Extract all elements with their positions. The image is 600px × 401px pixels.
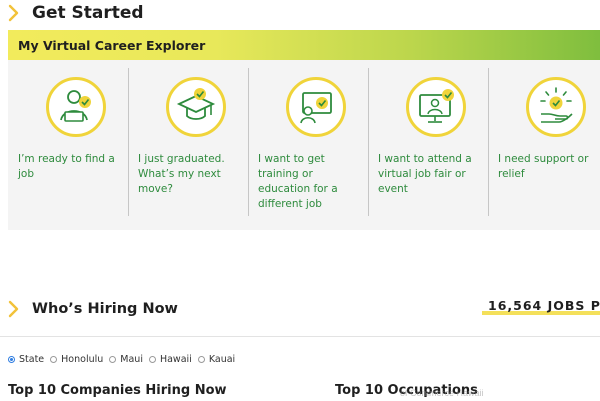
career-explorer-banner: My Virtual Career Explorer [8,30,600,60]
radio-selected-icon [8,356,15,363]
get-started-title: Get Started [32,3,144,23]
presentation-board-icon [286,77,346,137]
card-job-fair[interactable]: I want to attend a virtual job fair or e… [368,60,488,230]
radio-label: Hawaii [159,354,192,365]
watermark-text: of Commerce Hawaii [400,388,484,398]
location-filter: State Honolulu Maui Hawaii Kauai [8,354,241,365]
radio-icon [197,356,205,363]
get-started-header: Get Started [0,0,144,26]
radio-label: State [19,354,45,365]
radio-hawaii[interactable]: Hawaii [148,354,192,365]
helping-hand-icon [526,77,586,137]
radio-maui[interactable]: Maui [109,354,143,365]
person-at-laptop-icon [46,77,106,137]
career-explorer-cards: I’m ready to find a job I just graduated… [8,60,600,230]
whos-hiring-header: Who’s Hiring Now [0,296,178,322]
radio-kauai[interactable]: Kauai [197,354,236,365]
radio-honolulu[interactable]: Honolulu [50,354,103,365]
radio-label: Kauai [208,354,236,365]
card-graduated[interactable]: I just graduated. What’s my next move? [128,60,248,230]
card-label: I just graduated. What’s my next move? [138,153,225,195]
card-label: I want to get training or education for … [258,153,338,210]
card-label: I need support or relief [498,153,589,180]
jobs-count[interactable]: 16,564 JOBS POS [488,298,600,318]
radio-icon [50,356,58,363]
card-support-relief[interactable]: I need support or relief [488,60,600,230]
divider [0,336,600,337]
whos-hiring-title: Who’s Hiring Now [32,301,178,317]
career-explorer-title: My Virtual Career Explorer [18,37,206,53]
radio-icon [148,356,156,363]
radio-state[interactable]: State [8,354,44,365]
chevron-right-icon [8,300,19,318]
graduation-cap-icon [166,77,226,137]
video-monitor-icon [406,77,466,137]
card-label: I want to attend a virtual job fair or e… [378,153,472,195]
chevron-right-icon [8,4,19,22]
radio-label: Honolulu [61,354,104,365]
radio-label: Maui [120,354,143,365]
card-training[interactable]: I want to get training or education for … [248,60,368,230]
card-find-job[interactable]: I’m ready to find a job [8,60,128,230]
top-companies-heading: Top 10 Companies Hiring Now [8,383,227,398]
radio-icon [109,356,117,363]
card-label: I’m ready to find a job [18,153,115,180]
